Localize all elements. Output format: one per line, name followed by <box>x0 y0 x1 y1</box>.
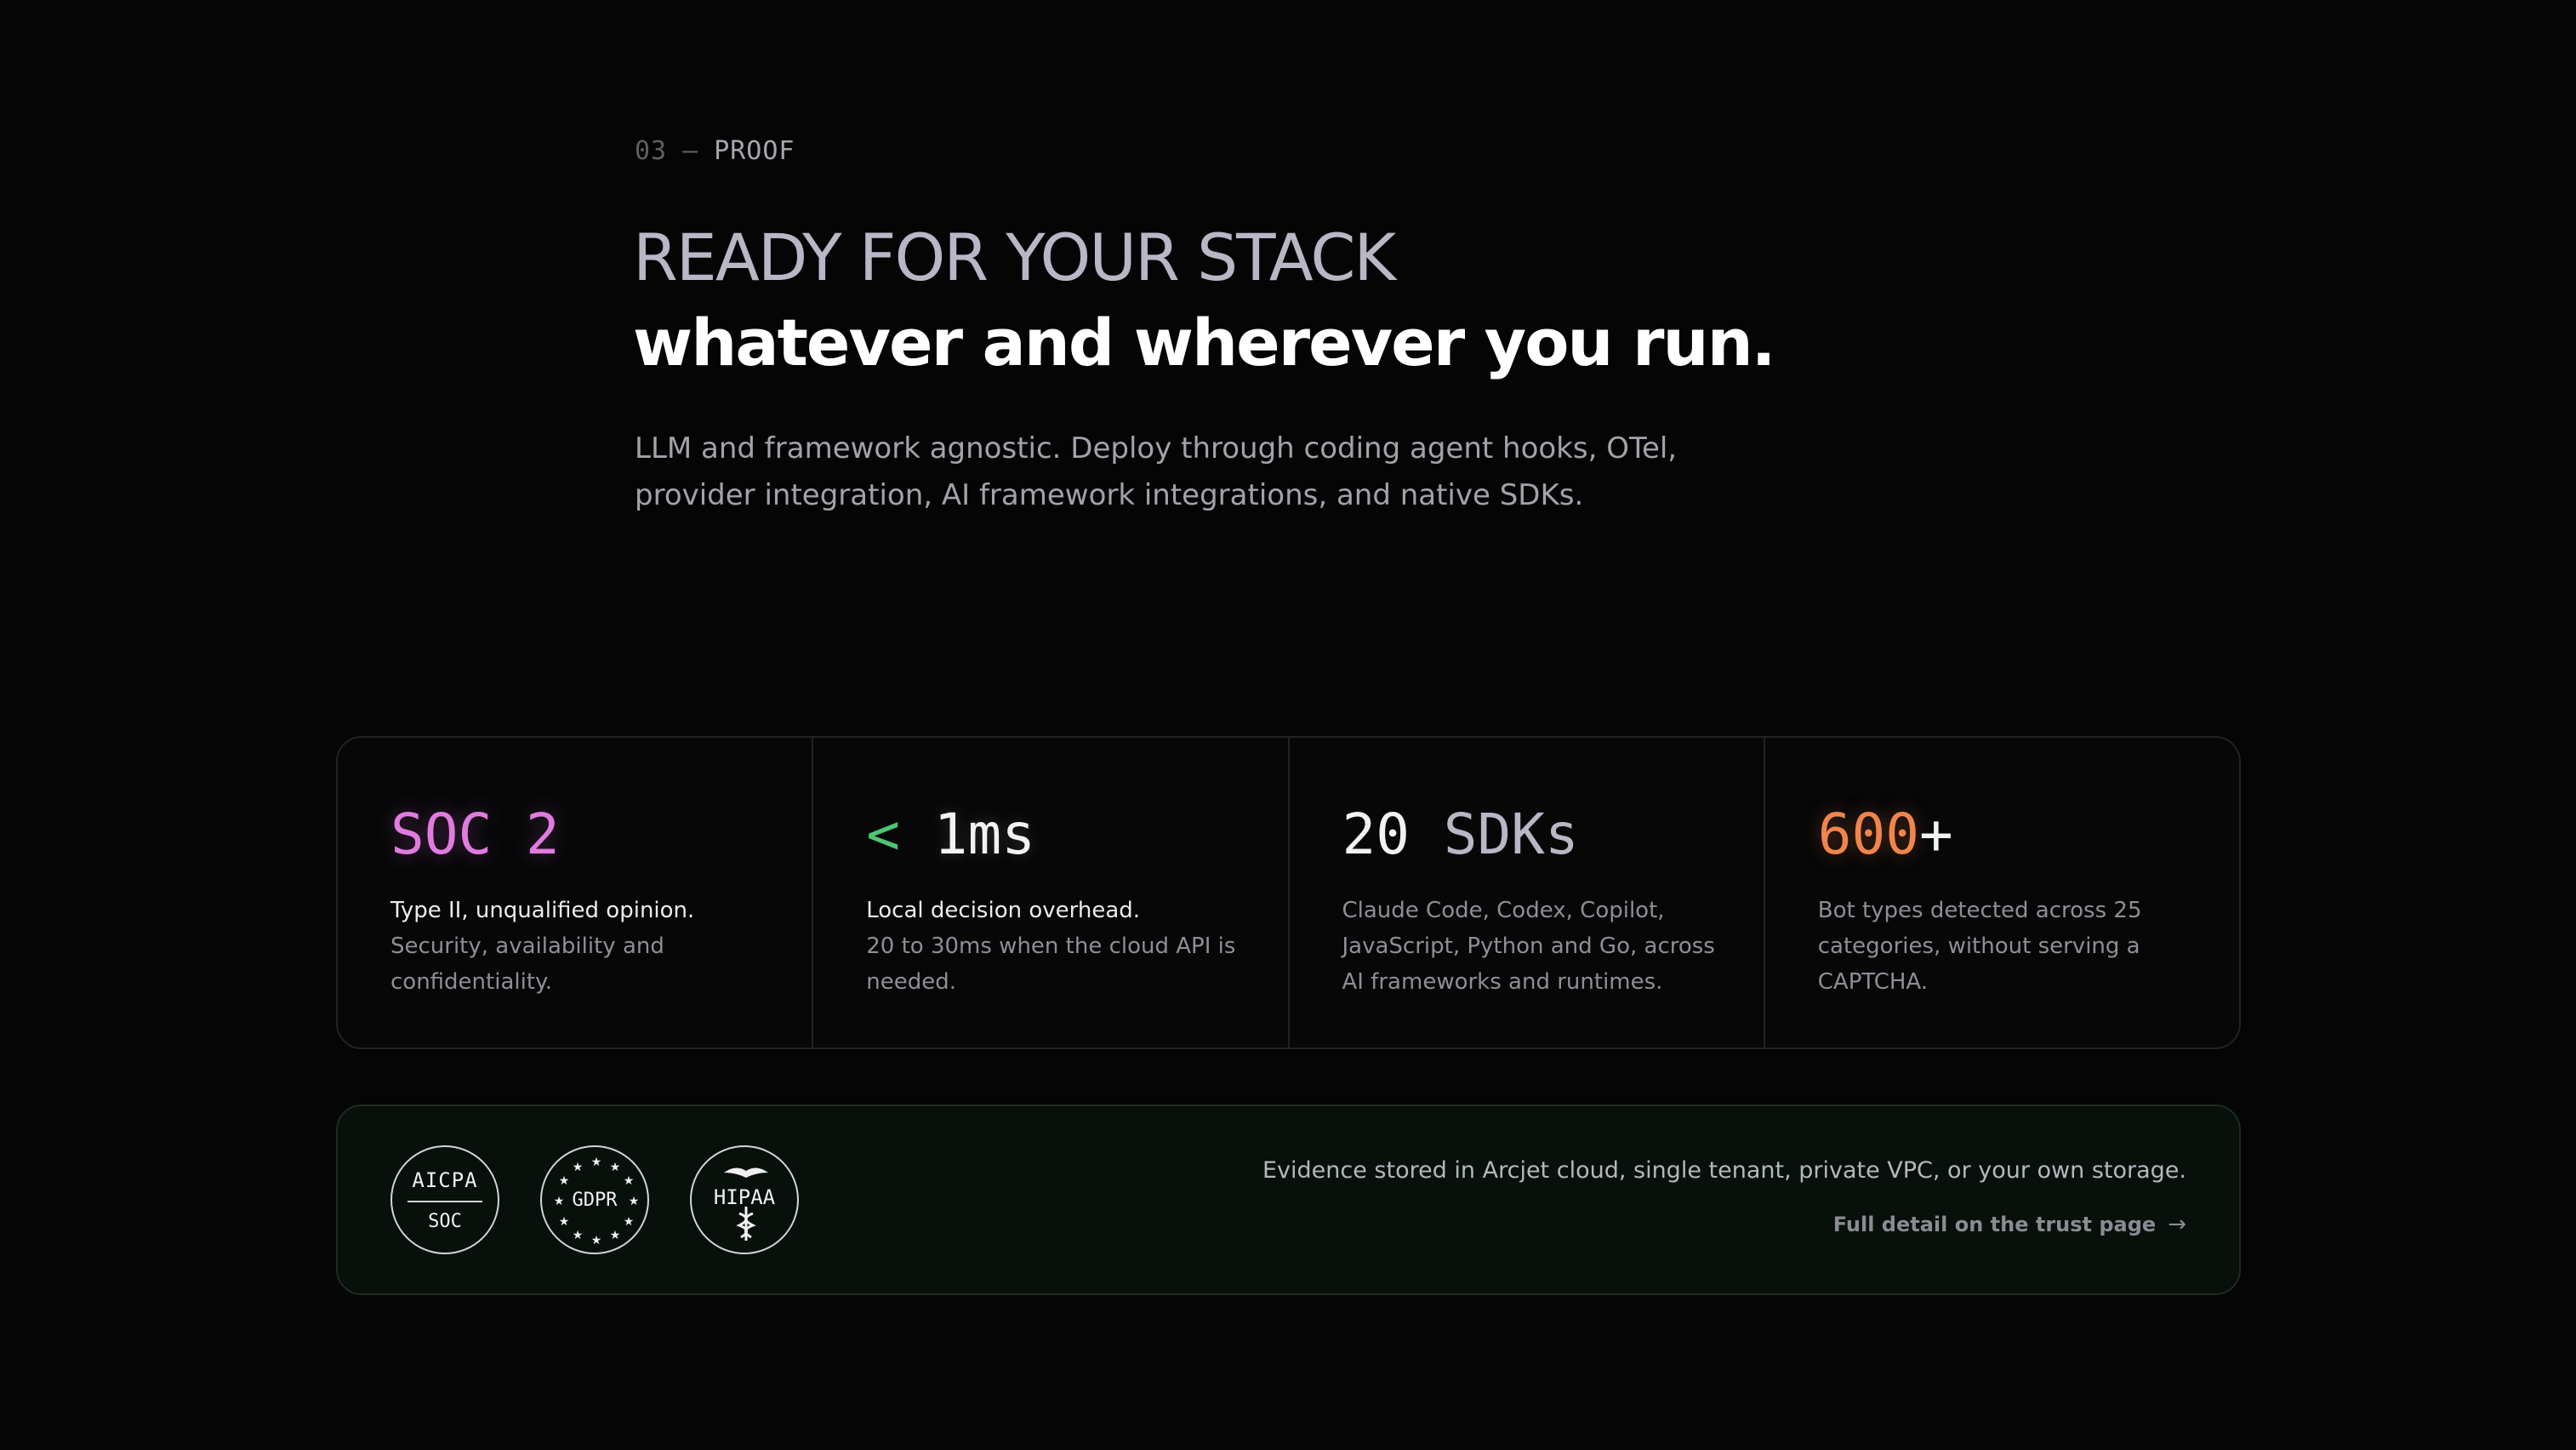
trust-page-link-label: Full detail on the trust page <box>1832 1213 2157 1236</box>
headline-line-2: whatever and wherever you run. <box>633 305 1776 380</box>
stat-description: Type II, unqualified opinion. Security, … <box>390 893 765 1000</box>
svg-text:★: ★ <box>610 1161 621 1174</box>
trust-page-link[interactable]: Full detail on the trust page → <box>1833 1212 2186 1237</box>
trust-strip: AICPA SOC ★ ★ ★ ★ ★ ★ ★ ★ ★ ★ ★ ★ GDPR H… <box>336 1105 2241 1295</box>
section-label: PROOF <box>714 136 795 166</box>
stat-value-less-than: < <box>866 802 900 867</box>
hipaa-caduceus-badge-icon: HIPAA <box>690 1145 799 1254</box>
stat-description: Claude Code, Codex, Copilot, JavaScript,… <box>1342 893 1717 1000</box>
stat-value-600: 600 <box>1817 802 1919 867</box>
stat-detail: Claude Code, Codex, Copilot, JavaScript,… <box>1342 898 1715 995</box>
svg-text:★: ★ <box>624 1215 635 1229</box>
stat-lead: Type II, unqualified opinion. <box>390 898 695 923</box>
svg-text:★: ★ <box>624 1174 635 1188</box>
stat-value: 20 SDKs <box>1342 802 1764 867</box>
stat-description: Local decision overhead. 20 to 30ms when… <box>866 893 1240 1000</box>
section-number: 03 <box>635 136 668 166</box>
stat-value: 600+ <box>1818 802 2239 867</box>
stat-value: SOC 2 <box>390 802 812 867</box>
stat-bots: 600+ Bot types detected across 25 catego… <box>1765 738 2239 1048</box>
headline-line-1: READY FOR YOUR STACK <box>633 220 1396 295</box>
stat-detail: Security, availability and confidentiali… <box>390 933 664 995</box>
section-eyebrow: 03 – PROOF <box>635 136 795 166</box>
badge-hipaa-label: HIPAA <box>713 1185 776 1209</box>
stat-value-1ms: 1ms <box>933 802 1035 867</box>
badge-gdpr-label: GDPR <box>572 1189 618 1211</box>
stat-value-sdks: SDKs <box>1443 802 1579 867</box>
svg-text:★: ★ <box>610 1229 621 1242</box>
aicpa-soc-badge-icon: AICPA SOC <box>390 1145 499 1254</box>
svg-text:★: ★ <box>591 1156 602 1169</box>
stat-value-20: 20 <box>1342 802 1410 867</box>
eyebrow-dash: – <box>682 136 699 166</box>
stat-sdks: 20 SDKs Claude Code, Codex, Copilot, Jav… <box>1290 738 1765 1048</box>
stat-value: < 1ms <box>866 802 1287 867</box>
svg-text:★: ★ <box>573 1229 584 1242</box>
stat-value-plus: + <box>1918 802 1953 867</box>
stat-detail: Bot types detected across 25 categories,… <box>1817 898 2142 995</box>
section-description: LLM and framework agnostic. Deploy throu… <box>635 431 1678 512</box>
svg-text:★: ★ <box>554 1195 565 1208</box>
evidence-storage-text: Evidence stored in Arcjet cloud, single … <box>1262 1157 2186 1184</box>
svg-text:★: ★ <box>559 1215 570 1229</box>
stat-value-soc2: SOC 2 <box>390 802 560 867</box>
proof-section: 03 – PROOF READY FOR YOUR STACK whatever… <box>0 0 2576 1450</box>
stat-detail: 20 to 30ms when the cloud API is needed. <box>866 933 1236 995</box>
badge-soc-label: SOC <box>428 1210 462 1232</box>
arrow-right-icon: → <box>2168 1212 2186 1237</box>
badge-aicpa-label: AICPA <box>412 1167 478 1192</box>
svg-text:★: ★ <box>629 1195 640 1208</box>
svg-text:★: ★ <box>573 1161 584 1174</box>
stat-description: Bot types detected across 25 categories,… <box>1818 893 2192 1000</box>
stat-soc2: SOC 2 Type II, unqualified opinion. Secu… <box>338 738 814 1048</box>
svg-text:★: ★ <box>591 1234 602 1247</box>
gdpr-stars-badge-icon: ★ ★ ★ ★ ★ ★ ★ ★ ★ ★ ★ ★ GDPR <box>540 1145 649 1254</box>
stats-card: SOC 2 Type II, unqualified opinion. Secu… <box>336 736 2241 1049</box>
stat-latency: < 1ms Local decision overhead. 20 to 30m… <box>813 738 1290 1048</box>
svg-text:★: ★ <box>559 1174 570 1188</box>
stat-lead: Local decision overhead. <box>866 898 1141 923</box>
badge-divider <box>407 1200 482 1202</box>
